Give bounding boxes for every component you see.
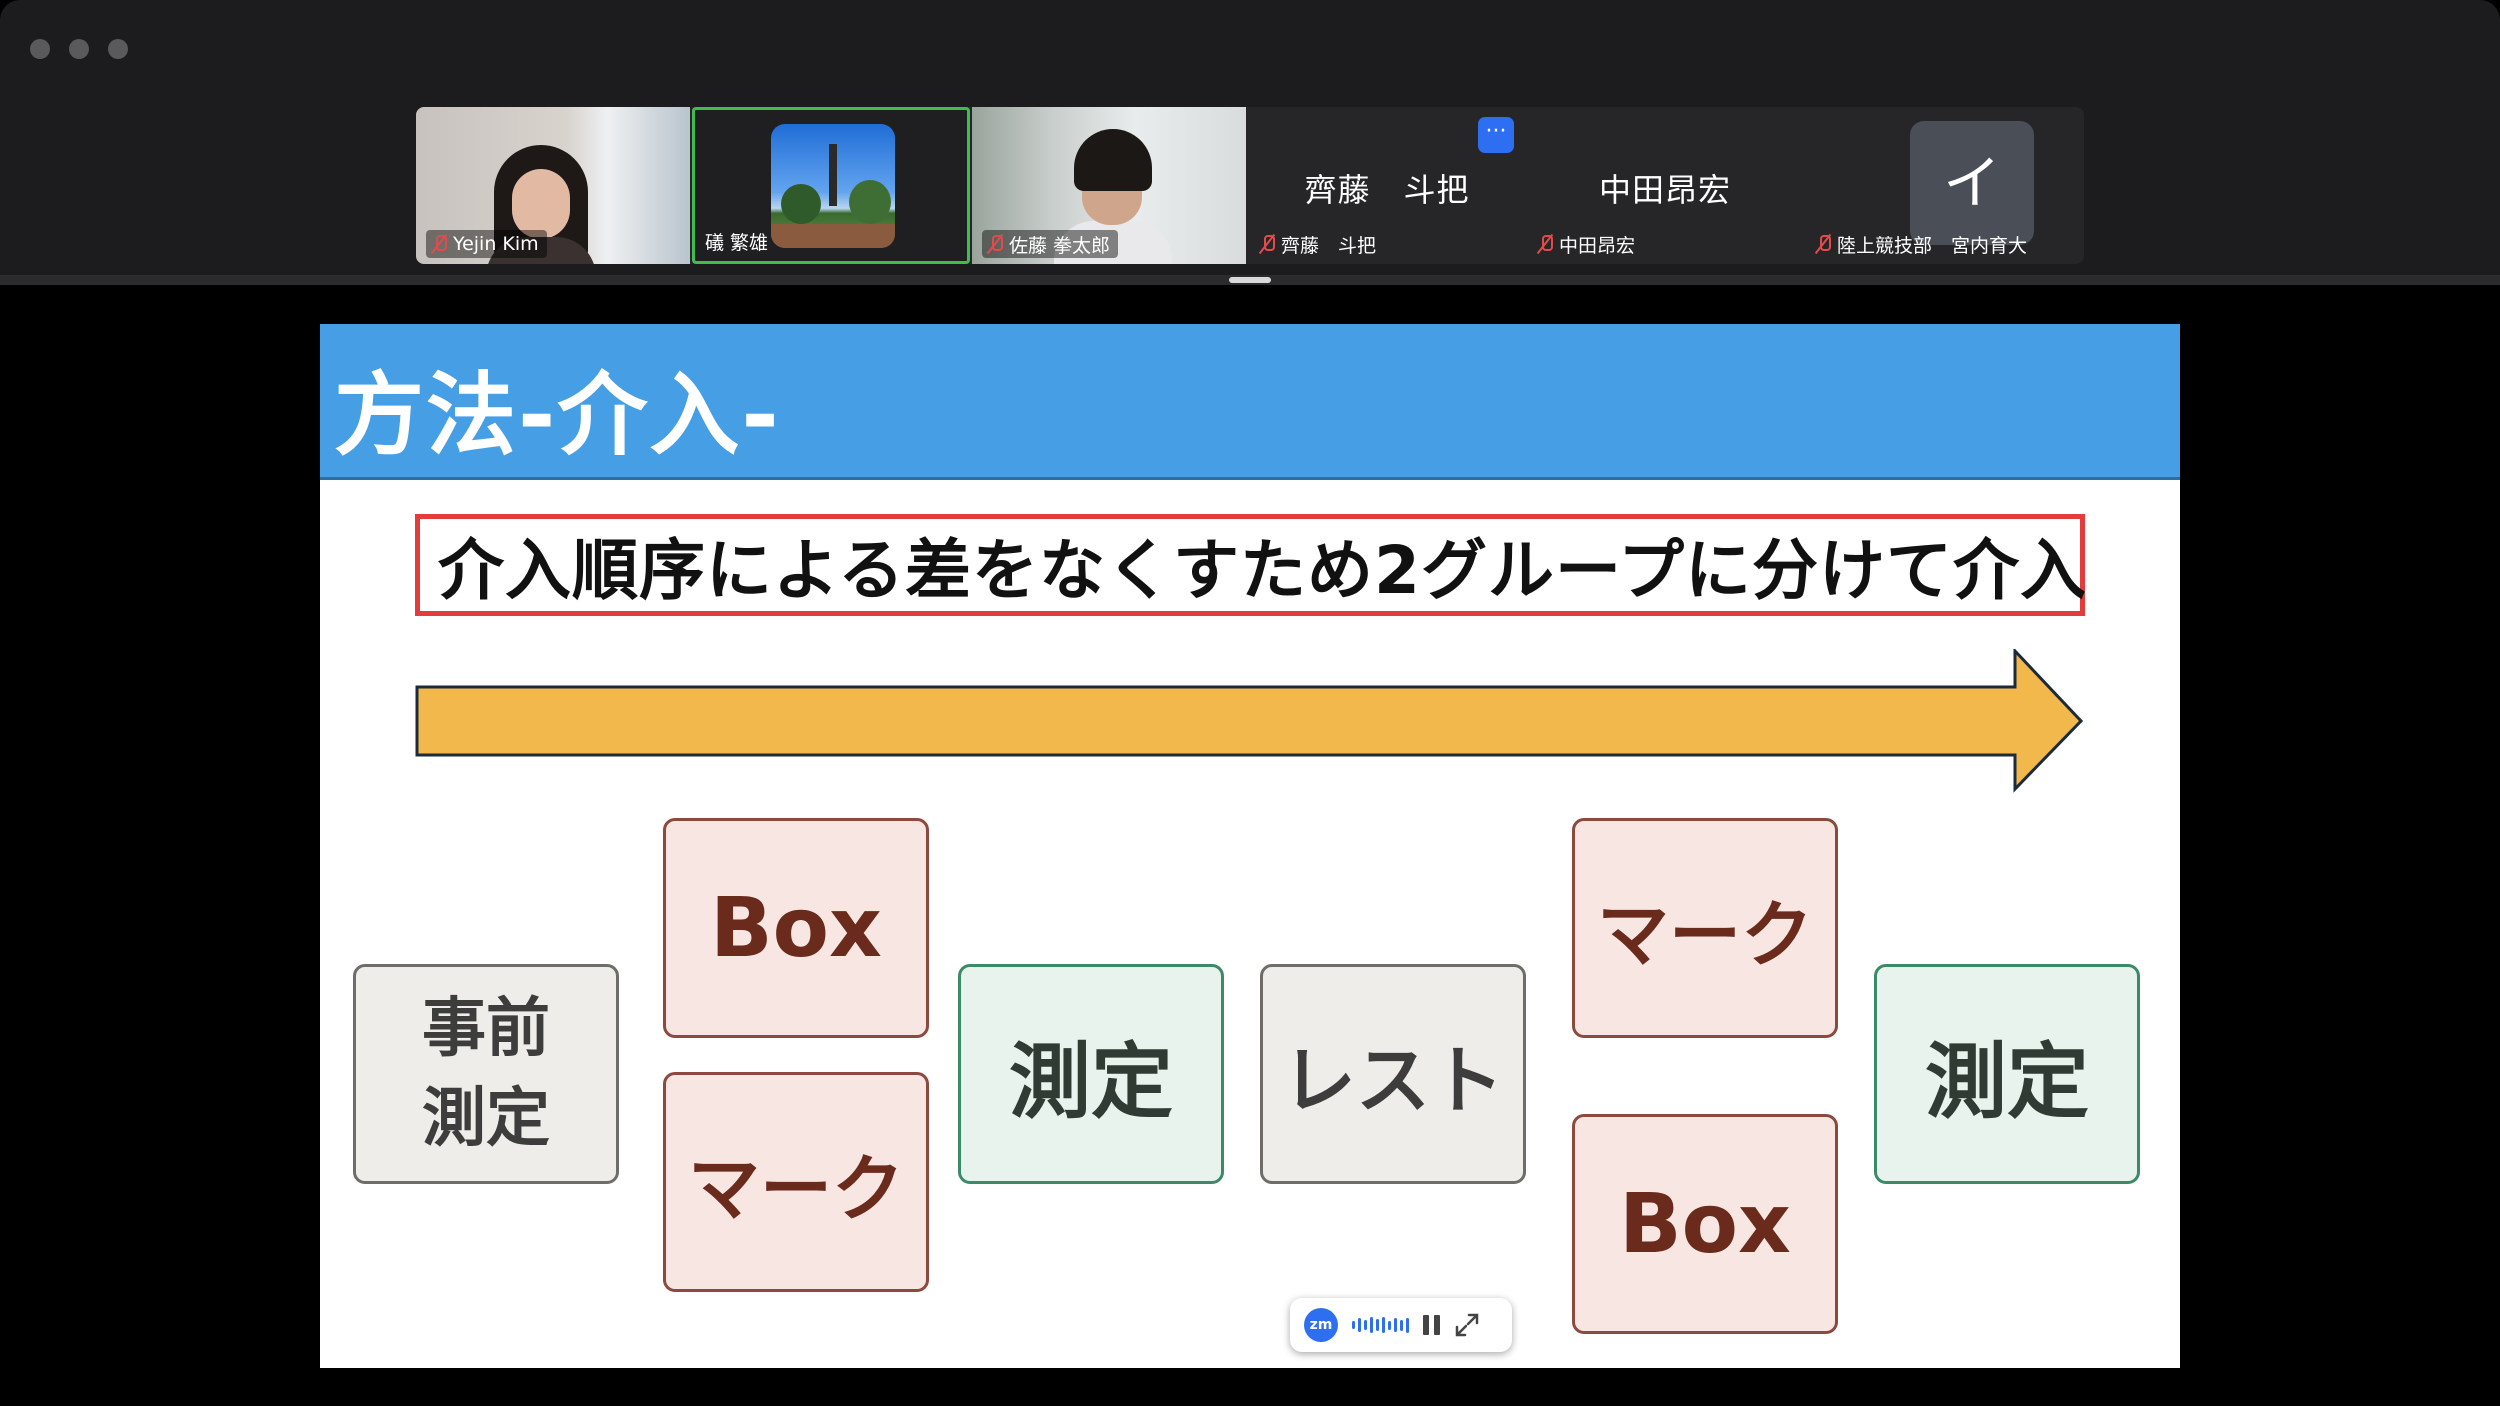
participant-name-tag: 礒 繁雄 bbox=[705, 227, 776, 255]
slide-header: 方法-介入- bbox=[320, 324, 2180, 480]
window-controls bbox=[30, 39, 128, 59]
participant-name-tag: 齊藤 斗把 bbox=[1258, 230, 1384, 258]
expand-icon[interactable] bbox=[1454, 1312, 1480, 1338]
participant-tile[interactable]: 中田昂宏 中田昂宏 bbox=[1526, 107, 1804, 264]
participant-tile[interactable]: Yejin Kim bbox=[416, 107, 690, 264]
timeline-arrow bbox=[415, 649, 2084, 793]
slide-banner: 介入順序による差をなくすため2グループに分けて介入 bbox=[415, 514, 2087, 616]
box-label: 測定 bbox=[1924, 1034, 2089, 1130]
rest-box: レスト bbox=[1260, 964, 1526, 1184]
measurement-box: 測定 bbox=[958, 964, 1224, 1184]
participant-name: 陸上競技部 宮内育大 bbox=[1837, 234, 2028, 257]
more-options-button[interactable]: ··· bbox=[1478, 117, 1514, 153]
zoom-window-button[interactable] bbox=[108, 39, 128, 59]
box-task-box: Box bbox=[1572, 1114, 1838, 1334]
mic-muted-icon bbox=[1536, 233, 1554, 255]
box-label: レスト bbox=[1282, 1037, 1504, 1124]
participant-tile[interactable]: イ 陸上競技部 宮内育大 bbox=[1804, 107, 2084, 264]
profile-photo bbox=[771, 124, 895, 248]
close-window-button[interactable] bbox=[30, 39, 50, 59]
participant-name-tag: 中田昂宏 bbox=[1536, 230, 1643, 258]
participant-display-name: 齊藤 斗把 bbox=[1304, 171, 1470, 209]
box-label: Box bbox=[1619, 1176, 1791, 1272]
box-label: マーク bbox=[687, 1146, 904, 1231]
participant-name: Yejin Kim bbox=[453, 233, 539, 255]
box-task-box: Box bbox=[663, 818, 929, 1038]
box-label: 測定 bbox=[1008, 1034, 1173, 1130]
participant-name: 礒 繁雄 bbox=[705, 231, 769, 254]
zoom-logo-icon[interactable]: zm bbox=[1304, 1308, 1338, 1342]
participant-name: 中田昂宏 bbox=[1559, 234, 1636, 257]
box-label: 測定 bbox=[422, 1082, 550, 1156]
titlebar: Yejin Kim 礒 繁雄 佐藤 拳太郎 齊藤 斗把 齊藤 斗把 ··· 中田… bbox=[0, 0, 2500, 280]
mark-task-box: マーク bbox=[1572, 818, 1838, 1038]
box-label: マーク bbox=[1596, 892, 1813, 977]
avatar: イ bbox=[1910, 121, 2034, 245]
participant-strip: Yejin Kim 礒 繁雄 佐藤 拳太郎 齊藤 斗把 齊藤 斗把 ··· 中田… bbox=[416, 107, 2084, 264]
mic-muted-icon bbox=[986, 233, 1004, 255]
participant-name: 齊藤 斗把 bbox=[1281, 234, 1377, 257]
resize-handle[interactable] bbox=[1229, 277, 1271, 283]
zoom-window: Yejin Kim 礒 繁雄 佐藤 拳太郎 齊藤 斗把 齊藤 斗把 ··· 中田… bbox=[0, 0, 2500, 1406]
participant-display-name: 中田昂宏 bbox=[1598, 171, 1731, 209]
participant-name-tag: 佐藤 拳太郎 bbox=[982, 230, 1119, 258]
box-label: Box bbox=[710, 880, 882, 976]
participant-tile-active-speaker[interactable]: 礒 繁雄 bbox=[692, 107, 970, 264]
mic-muted-icon bbox=[1258, 233, 1276, 255]
mark-task-box: マーク bbox=[663, 1072, 929, 1292]
participant-name: 佐藤 拳太郎 bbox=[1009, 234, 1111, 257]
banner-text: 介入順序による差をなくすため2グループに分けて介入 bbox=[438, 532, 2087, 609]
measurement-box: 測定 bbox=[1874, 964, 2140, 1184]
zoom-floating-toolbar: zm bbox=[1290, 1298, 1512, 1352]
box-label: 事前 bbox=[422, 992, 550, 1066]
mic-muted-icon bbox=[1814, 233, 1832, 255]
pre-measurement-box: 事前 測定 bbox=[353, 964, 619, 1184]
shared-screen-slide: 方法-介入- 介入順序による差をなくすため2グループに分けて介入 事前 測定 B… bbox=[320, 324, 2180, 1368]
participant-tile[interactable]: 佐藤 拳太郎 bbox=[972, 107, 1246, 264]
mic-muted-icon bbox=[430, 233, 448, 255]
slide-title: 方法-介入- bbox=[334, 363, 781, 468]
minimize-window-button[interactable] bbox=[69, 39, 89, 59]
participant-name-tag: 陸上競技部 宮内育大 bbox=[1814, 230, 2035, 258]
participant-name-tag: Yejin Kim bbox=[426, 230, 547, 258]
pause-icon[interactable] bbox=[1423, 1315, 1440, 1335]
audio-waveform-icon bbox=[1352, 1317, 1409, 1333]
